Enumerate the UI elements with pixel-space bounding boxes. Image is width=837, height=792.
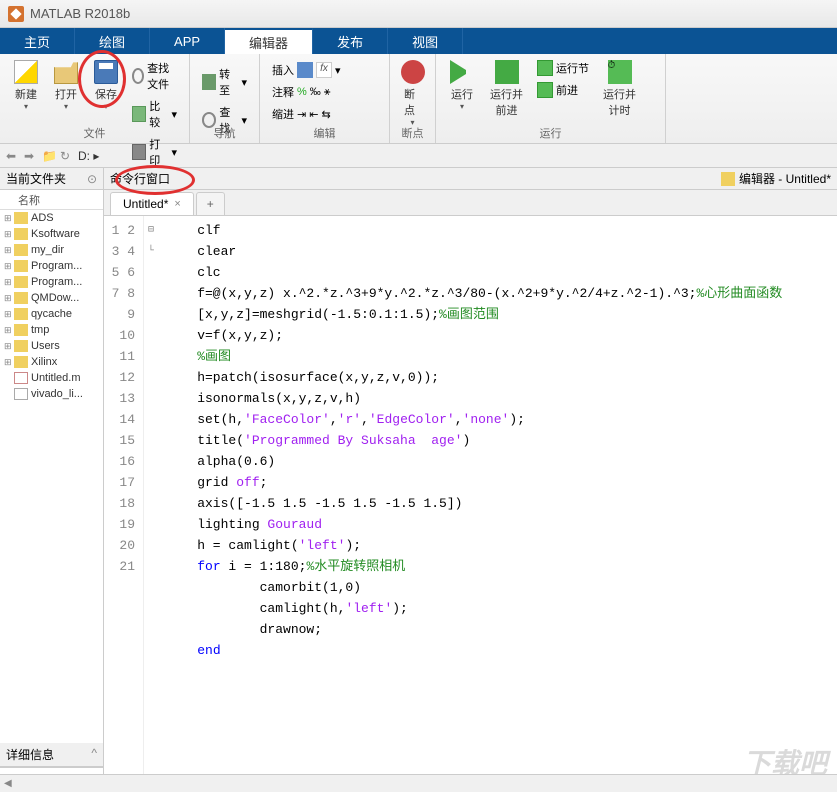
add-tab-button[interactable]: + xyxy=(196,192,225,215)
insert-button[interactable]: 插入 fx ▾ xyxy=(268,60,381,80)
file-item[interactable]: ⊞my_dir xyxy=(0,242,103,258)
main-header: 命令行窗口 编辑器 - Untitled* xyxy=(104,168,837,190)
open-button[interactable]: 打开▾ xyxy=(48,58,84,170)
indent-button[interactable]: 缩进 ⇥ ⇤ ⇆ xyxy=(268,104,381,124)
close-tab-icon[interactable]: × xyxy=(174,198,180,210)
menu-tab-0[interactable]: 主页 xyxy=(0,28,75,54)
run-button[interactable]: 运行▾ xyxy=(444,58,480,120)
editor-tabbar: Untitled* × + xyxy=(104,190,837,216)
file-item[interactable]: ⊞Xilinx xyxy=(0,354,103,370)
group-label-edit: 编辑 xyxy=(260,125,389,141)
editor-panel: 命令行窗口 编辑器 - Untitled* Untitled* × + 1 2 … xyxy=(104,168,837,792)
run-advance-button[interactable]: 运行并 前进 xyxy=(484,58,529,120)
menubar: 主页绘图APP编辑器发布视图 xyxy=(0,28,837,54)
sidebar-header: 当前文件夹 ⊙ xyxy=(0,168,103,190)
file-item[interactable]: ⊞tmp xyxy=(0,322,103,338)
file-item[interactable]: ⊞Program... xyxy=(0,258,103,274)
group-label-run: 运行 xyxy=(436,125,665,141)
sidebar-menu-icon[interactable]: ⊙ xyxy=(87,172,97,186)
group-label-file: 文件 xyxy=(0,125,189,141)
line-gutter: 1 2 3 4 5 6 7 8 9 10 11 12 13 14 15 16 1… xyxy=(104,216,144,792)
menu-tab-2[interactable]: APP xyxy=(150,28,225,54)
matlab-logo-icon xyxy=(8,6,24,22)
scroll-left-icon[interactable]: ◀ xyxy=(4,778,12,789)
sidebar-column-header[interactable]: 名称 xyxy=(0,190,103,210)
group-label-nav: 导航 xyxy=(190,125,259,141)
file-item[interactable]: ⊞Ksoftware xyxy=(0,226,103,242)
sidebar-current-folder: 当前文件夹 ⊙ 名称 ⊞ADS⊞Ksoftware⊞my_dir⊞Program… xyxy=(0,168,104,792)
file-item[interactable]: ⊞ADS xyxy=(0,210,103,226)
run-section-button[interactable]: 运行节 xyxy=(533,58,593,78)
code-area[interactable]: clf clear clc f=@(x,y,z) x.^2.*z.^3+9*y.… xyxy=(158,216,837,792)
run-time-button[interactable]: 运行并 计时 xyxy=(597,58,642,120)
menu-tab-4[interactable]: 发布 xyxy=(313,28,388,54)
file-item[interactable]: ⊞Users xyxy=(0,338,103,354)
tab-untitled[interactable]: Untitled* × xyxy=(110,192,194,215)
new-button[interactable]: 新建▾ xyxy=(8,58,44,170)
code-editor[interactable]: 1 2 3 4 5 6 7 8 9 10 11 12 13 14 15 16 1… xyxy=(104,216,837,792)
command-window-label[interactable]: 命令行窗口 xyxy=(110,170,170,187)
editor-doc-icon xyxy=(721,172,735,186)
menu-tab-5[interactable]: 视图 xyxy=(388,28,463,54)
findfiles-button[interactable]: 查找文件 xyxy=(128,58,181,94)
comment-button[interactable]: 注释 % ‰ ⚹ xyxy=(268,82,381,102)
menu-tab-3[interactable]: 编辑器 xyxy=(225,28,313,54)
goto-button[interactable]: 转至 ▾ xyxy=(198,64,251,100)
statusbar: ◀ xyxy=(0,774,837,792)
file-item[interactable]: ⊞qycache xyxy=(0,306,103,322)
file-item[interactable]: Untitled.m xyxy=(0,370,103,386)
editor-title: 编辑器 - Untitled* xyxy=(739,170,831,187)
collapse-icon[interactable]: ^ xyxy=(91,746,97,763)
file-item[interactable]: ⊞QMDow... xyxy=(0,290,103,306)
file-item[interactable]: ⊞Program... xyxy=(0,274,103,290)
group-label-bp: 断点 xyxy=(390,125,435,141)
breakpoints-button[interactable]: 断点▾ xyxy=(398,58,427,129)
file-item[interactable]: vivado_li... xyxy=(0,386,103,402)
sidebar-detail-header: 详细信息 ^ xyxy=(0,743,103,767)
toolbar-ribbon: 新建▾ 打开▾ 保存▾ 查找文件 比较 ▾ 打印 ▾ 文件 转至 ▾ 查找 ▾ … xyxy=(0,54,837,144)
save-button[interactable]: 保存▾ xyxy=(88,58,124,170)
titlebar: MATLAB R2018b xyxy=(0,0,837,28)
fold-column[interactable]: ⊟ └ xyxy=(144,216,158,792)
titlebar-text: MATLAB R2018b xyxy=(30,6,130,21)
menu-tab-1[interactable]: 绘图 xyxy=(75,28,150,54)
advance-button[interactable]: 前进 xyxy=(533,80,593,100)
